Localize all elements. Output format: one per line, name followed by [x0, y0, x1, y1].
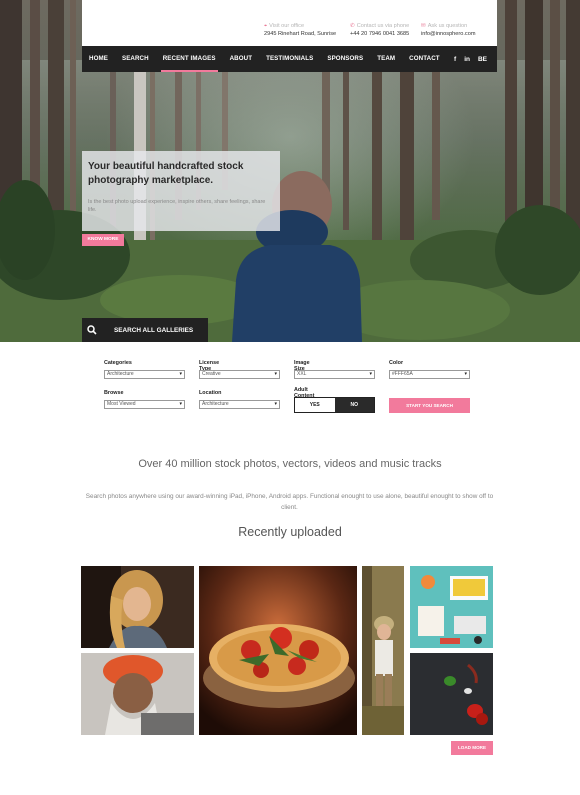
license-select[interactable]: Creative ▾ [199, 370, 280, 379]
blonde-woman-image [81, 566, 194, 648]
gallery-tile-turban-man[interactable] [81, 653, 194, 735]
location-value: Architecture [202, 401, 229, 407]
nav-sponsors[interactable]: SPONSORS [320, 46, 370, 72]
gallery-tile-peppers[interactable] [410, 653, 493, 735]
man-orange-turban-image [81, 653, 194, 735]
intro-text: Search photos anywhere using our award-w… [85, 493, 494, 511]
color-label: Color [389, 360, 404, 366]
contact-office-label: Visit our office [269, 23, 305, 29]
color-value: #FFF65A [392, 371, 413, 377]
location-select[interactable]: Architecture ▾ [199, 400, 280, 409]
caret-down-icon: ▾ [274, 371, 277, 377]
browse-select[interactable]: Most Viewed ▾ [104, 400, 185, 409]
headline: Over 40 million stock photos, vectors, v… [138, 458, 442, 470]
workspace-flatlay-image [410, 566, 493, 648]
browse-value: Most Viewed [107, 401, 136, 407]
gallery-tile-child[interactable] [362, 566, 404, 735]
categories-label: Categories [104, 360, 132, 366]
start-search-button[interactable]: START YOU SEARCH [389, 398, 470, 413]
contact-mail: ✉ Ask us question info@innosphero.com [421, 22, 476, 38]
peppers-dark-image [410, 653, 493, 735]
contact-office: ⌖ Visit our office 2945 Rinehart Road, Su… [264, 22, 336, 38]
gallery-tile-pizza[interactable] [199, 566, 357, 735]
mail-icon: ✉ [421, 23, 426, 29]
nav-team[interactable]: TEAM [370, 46, 402, 72]
caret-down-icon: ▾ [274, 401, 277, 407]
gallery-tile-workspace[interactable] [410, 566, 493, 648]
nav-search[interactable]: SEARCH [115, 46, 156, 72]
header-bar: ⌖ Visit our office 2945 Rinehart Road, Su… [82, 0, 497, 46]
image-size-value: XXL [297, 371, 307, 377]
facebook-icon[interactable]: f [454, 56, 456, 63]
location-pin-icon: ⌖ [264, 23, 268, 29]
child-forest-image [362, 566, 404, 735]
search-icon [82, 318, 102, 342]
image-size-select[interactable]: XXL ▾ [294, 370, 375, 379]
main-nav: HOME SEARCH RECENT IMAGES ABOUT TESTIMON… [82, 46, 497, 72]
adult-no-option[interactable]: NO [334, 398, 374, 412]
gallery-tile-woman[interactable] [81, 566, 194, 648]
location-label: Location [199, 390, 222, 396]
phone-icon: ✆ [350, 23, 355, 29]
nav-recent-images[interactable]: RECENT IMAGES [156, 46, 223, 72]
nav-contact[interactable]: CONTACT [402, 46, 447, 72]
contact-phone: ✆ Contact us via phone +44 20 7946 0041 3… [350, 22, 409, 38]
adult-yes-option[interactable]: YES [295, 398, 335, 412]
license-value: Creative [202, 371, 221, 377]
contact-mail-value[interactable]: info@innosphero.com [421, 30, 476, 38]
search-all-galleries-label: SEARCH ALL GALLERIES [114, 326, 194, 334]
color-select[interactable]: #FFF65A ▾ [389, 370, 470, 379]
know-more-button[interactable]: KNOW MORE [82, 234, 124, 246]
nav-about[interactable]: ABOUT [223, 46, 260, 72]
nav-home[interactable]: HOME [82, 46, 115, 72]
pizza-image [199, 566, 357, 735]
hero-title: Your beautiful handcrafted stock photogr… [88, 161, 244, 186]
linkedin-icon[interactable]: in [464, 56, 470, 63]
search-all-galleries-tab[interactable]: SEARCH ALL GALLERIES [82, 318, 208, 342]
section-title: Recently uploaded [238, 525, 342, 539]
behance-icon[interactable]: BE [478, 56, 487, 63]
browse-label: Browse [104, 390, 124, 396]
hero-description: Is the best photo upload experience, ins… [88, 199, 266, 213]
nav-testimonials[interactable]: TESTIMONIALS [259, 46, 320, 72]
contact-phone-value[interactable]: +44 20 7946 0041 3685 [350, 30, 409, 38]
contact-mail-label: Ask us question [427, 23, 468, 29]
adult-content-toggle: YES NO [294, 397, 375, 413]
categories-value: Architecture [107, 371, 134, 377]
contact-phone-label: Contact us via phone [356, 23, 410, 29]
social-links: f in BE [454, 56, 497, 63]
caret-down-icon: ▾ [179, 371, 182, 377]
load-more-button[interactable]: LOAD MORE [451, 741, 493, 755]
caret-down-icon: ▾ [369, 371, 372, 377]
caret-down-icon: ▾ [464, 371, 467, 377]
contact-office-value: 2945 Rinehart Road, Sunrise [264, 31, 337, 37]
categories-select[interactable]: Architecture ▾ [104, 370, 185, 379]
caret-down-icon: ▾ [179, 401, 182, 407]
hero-panel: Your beautiful handcrafted stock photogr… [82, 151, 280, 231]
